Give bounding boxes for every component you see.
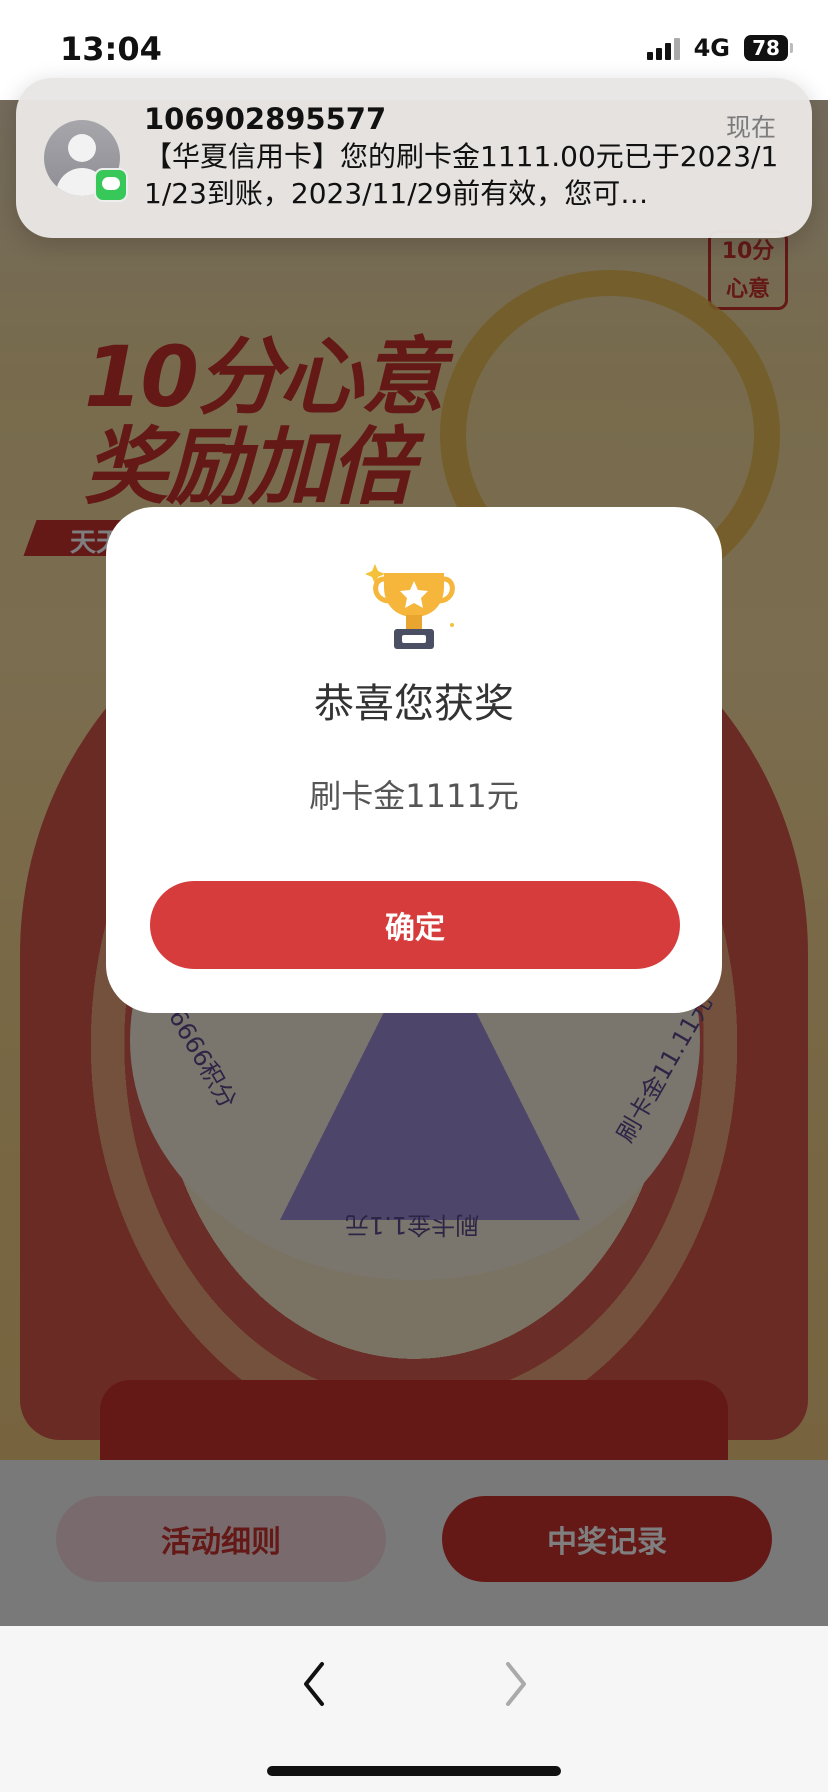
trophy-icon (365, 564, 455, 649)
chevron-right-icon[interactable] (498, 1656, 534, 1712)
messages-icon (94, 168, 128, 202)
notification-sender: 106902895577 (144, 102, 387, 136)
status-time: 13:04 (60, 30, 162, 68)
network-type: 4G (693, 34, 730, 62)
status-indicators: 4G 78 (646, 34, 793, 62)
home-indicator[interactable] (267, 1766, 561, 1776)
confirm-button[interactable]: 确定 (150, 881, 680, 969)
prize-dialog: 恭喜您获奖 刷卡金1111元 确定 (106, 507, 722, 1013)
notification-body: 【华夏信用卡】您的刷卡金1111.00元已于2023/11/23到账，2023/… (144, 140, 779, 210)
prize-amount: 刷卡金1111元 (309, 777, 519, 815)
sms-notification[interactable]: 106902895577 现在 【华夏信用卡】您的刷卡金1111.00元已于20… (16, 78, 812, 238)
chevron-left-icon[interactable] (296, 1656, 332, 1712)
cellular-signal-icon (646, 36, 680, 60)
dialog-title: 恭喜您获奖 (314, 681, 514, 727)
battery-icon: 78 (744, 35, 793, 61)
browser-toolbar (0, 1626, 828, 1792)
battery-level: 78 (752, 36, 780, 60)
